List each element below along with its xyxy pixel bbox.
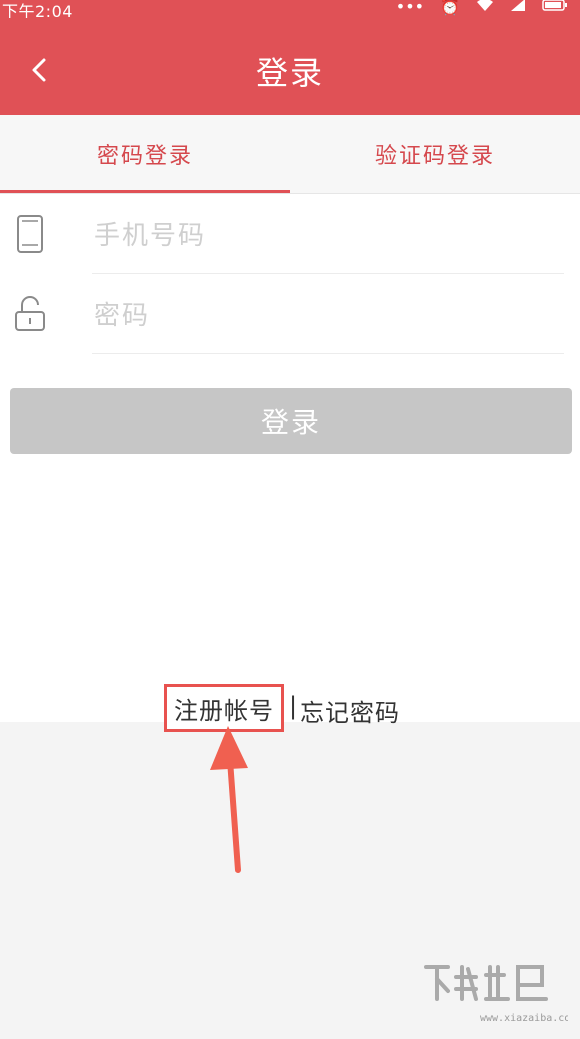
account-links: 注册帐号 | 忘记密码 — [0, 684, 580, 734]
alarm-icon: ⏰ — [440, 0, 460, 16]
active-tab-indicator — [0, 190, 290, 193]
phone-row — [0, 194, 580, 274]
arrow-annotation-icon — [210, 726, 248, 873]
tab-code-login[interactable]: 验证码登录 — [290, 115, 580, 193]
page-title: 登录 — [255, 54, 324, 92]
svg-text:www.xiazaiba.com: www.xiazaiba.com — [480, 1013, 568, 1024]
login-button[interactable]: 登录 — [10, 388, 572, 454]
forgot-password-link[interactable]: 忘记密码 — [300, 693, 400, 728]
status-bar: 下午2:04 ••• ⏰ — [0, 0, 580, 21]
password-input[interactable] — [92, 280, 566, 352]
phone-icon — [17, 215, 43, 253]
watermark-logo-icon: www.xiazaiba.com — [424, 965, 568, 1024]
wifi-icon — [476, 0, 494, 16]
link-separator: | — [289, 692, 298, 720]
login-tabs: 密码登录 验证码登录 — [0, 115, 580, 194]
tab-password-login[interactable]: 密码登录 — [0, 115, 290, 193]
password-row — [0, 274, 580, 354]
divider — [92, 353, 564, 354]
header: 登录 — [0, 18, 580, 115]
lock-icon — [15, 296, 45, 331]
login-form — [0, 194, 580, 356]
signal-icon — [510, 0, 526, 16]
battery-icon — [542, 0, 568, 16]
more-dots-icon: ••• — [395, 0, 425, 16]
status-icons: ••• ⏰ — [396, 0, 568, 16]
phone-input[interactable] — [92, 200, 566, 272]
